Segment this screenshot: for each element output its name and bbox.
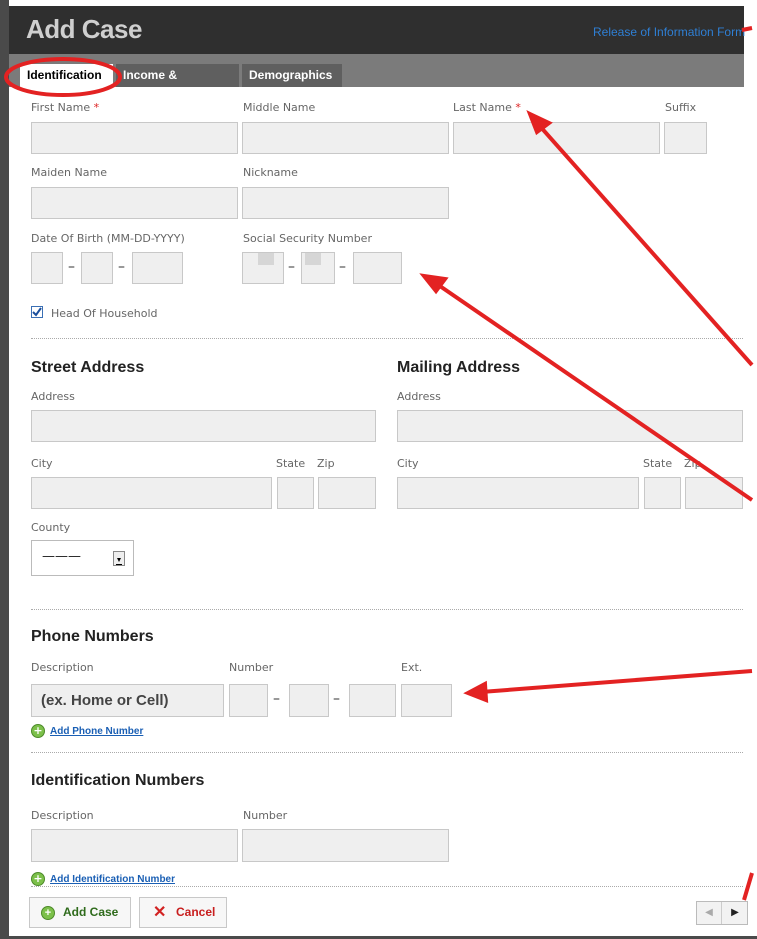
annotation-circle <box>4 57 122 97</box>
annotation-arrow <box>742 872 754 901</box>
annotation-arrow <box>480 669 753 694</box>
annotation-arrowhead <box>463 680 489 703</box>
annotation-arrow <box>741 26 753 32</box>
annotation-arrow <box>536 122 754 367</box>
annotation-overlay <box>4 26 754 901</box>
annotation-arrow <box>432 280 754 502</box>
annotation-arrowhead <box>526 110 553 136</box>
